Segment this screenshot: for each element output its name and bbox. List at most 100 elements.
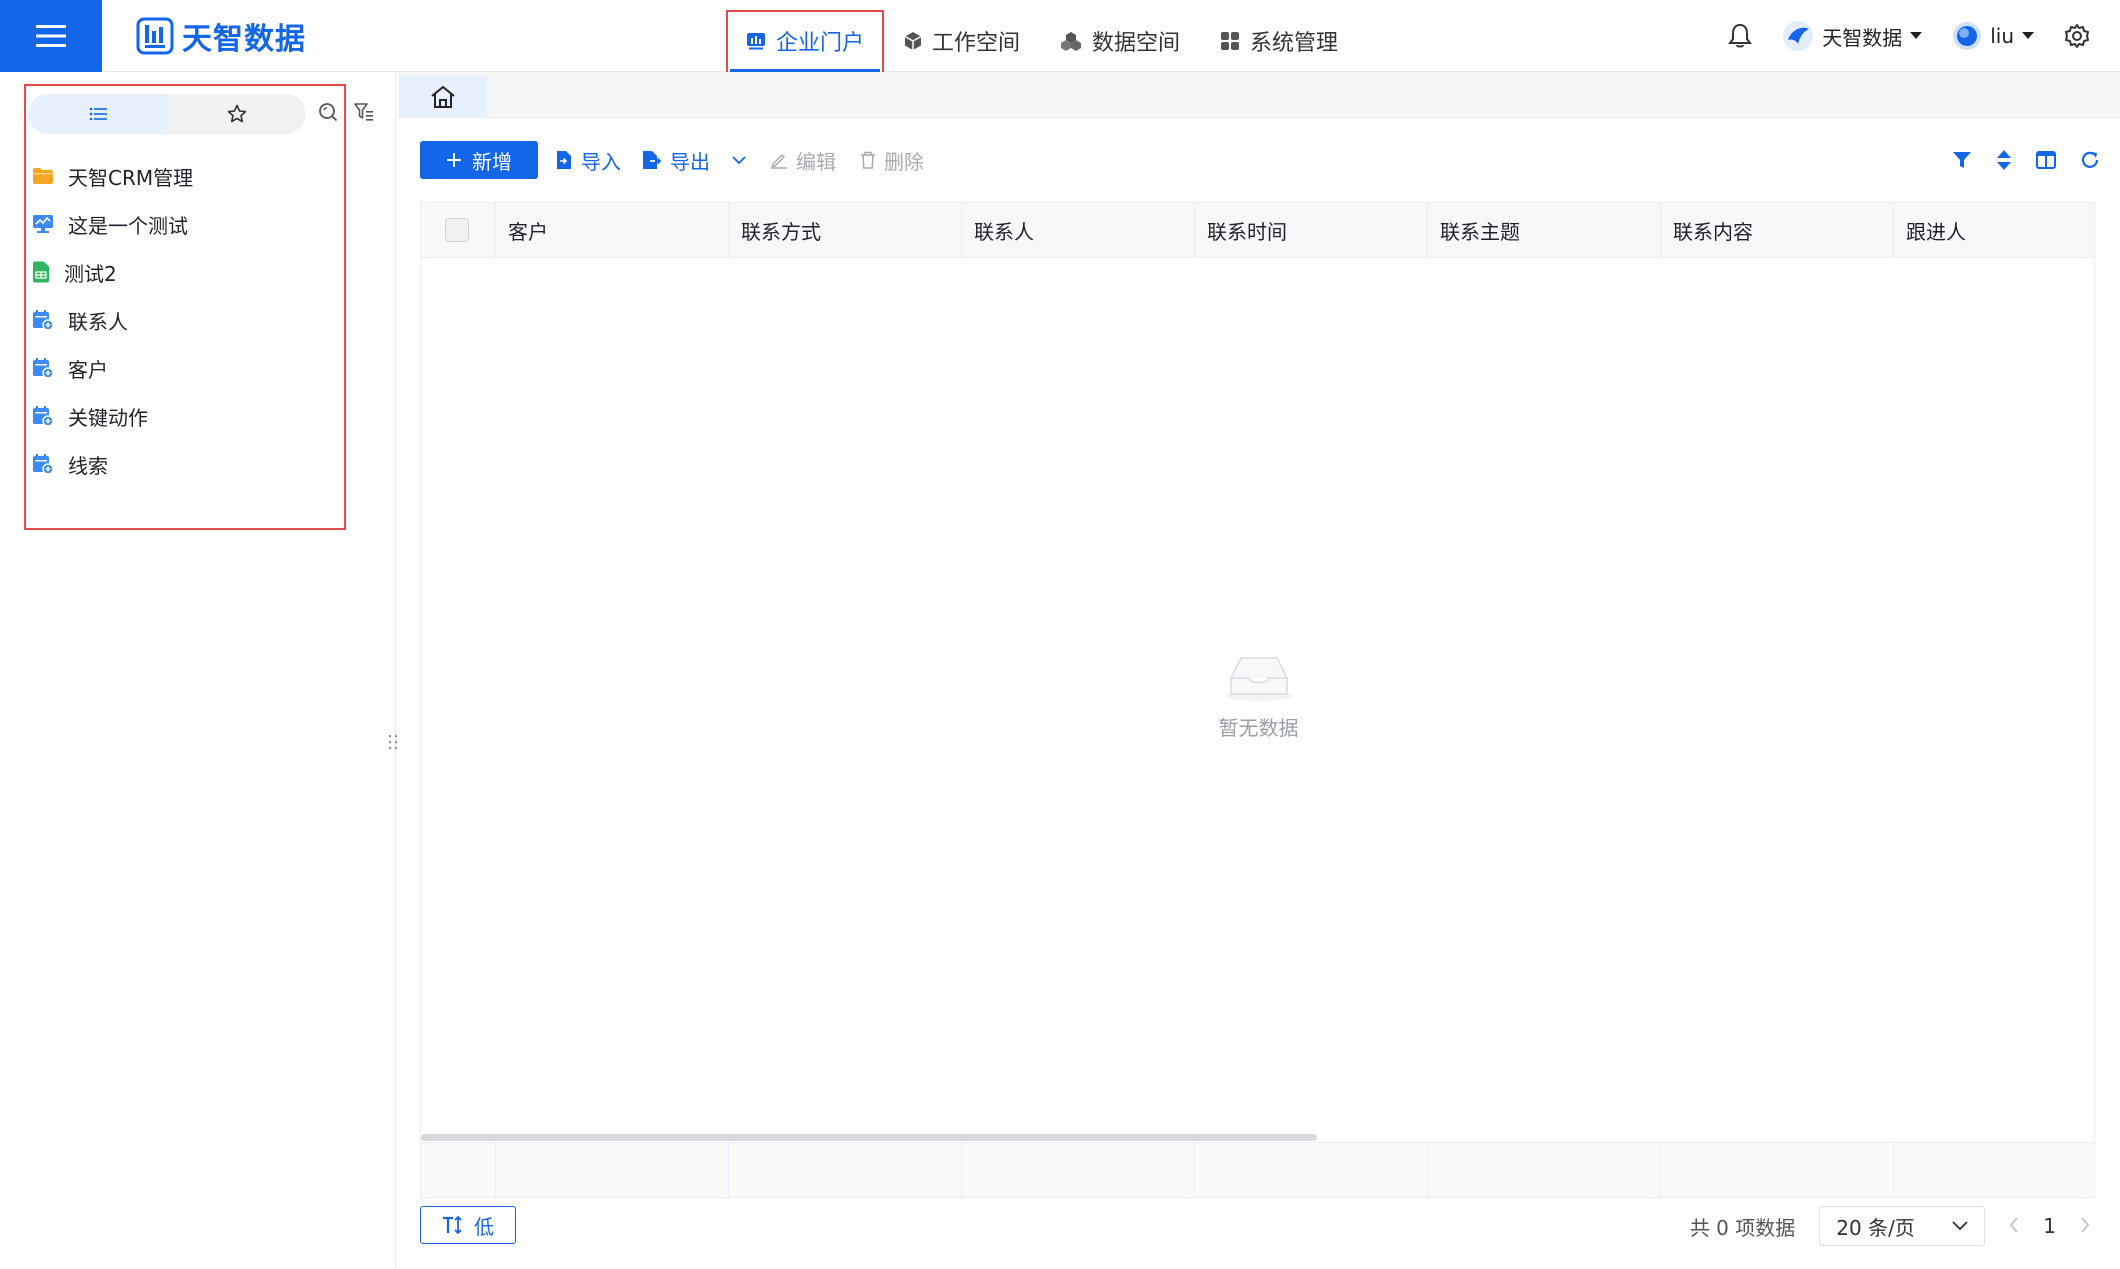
summary-cell	[421, 1143, 496, 1197]
app-logo[interactable]: 天智数据	[136, 14, 306, 58]
delete-button-label: 删除	[884, 149, 924, 174]
prev-page-button[interactable]	[2009, 1214, 2019, 1239]
refresh-button[interactable]	[2080, 150, 2100, 170]
tree-item-label: 关键动作	[68, 405, 148, 430]
edit-button[interactable]: 编辑	[770, 141, 836, 179]
caret-down-icon	[2022, 32, 2034, 39]
sidebar: 天智CRM管理 这是一个测试 测试2 联系人 客户 关键动作 线索	[0, 72, 398, 1269]
delete-button[interactable]: 删除	[860, 141, 924, 179]
sort-icon	[1997, 150, 2011, 170]
sidebar-search-button[interactable]	[318, 102, 338, 127]
columns-button[interactable]	[2036, 151, 2056, 169]
monitor-icon	[33, 215, 53, 233]
chart-icon	[747, 33, 765, 50]
cube-icon	[904, 32, 922, 50]
page-number[interactable]: 1	[2043, 1214, 2056, 1238]
sidebar-view-tabs	[28, 94, 306, 134]
header-tools: 天智数据 liu	[1728, 0, 2120, 72]
tree-item-test[interactable]: 这是一个测试	[32, 200, 332, 248]
next-page-button[interactable]	[2080, 1214, 2090, 1239]
tab-list-view[interactable]	[28, 94, 167, 134]
page-size-value: 20 条/页	[1836, 1215, 1915, 1240]
horizontal-scrollbar[interactable]	[420, 1132, 2095, 1142]
tree-item-label: 测试2	[64, 261, 117, 286]
column-header[interactable]: 联系方式	[729, 203, 962, 257]
data-table: 客户 联系方式 联系人 联系时间 联系主题 联系内容 跟进人 暂无数据	[420, 202, 2095, 1257]
column-header[interactable]: 联系人	[962, 203, 1195, 257]
row-height-button[interactable]: 低	[420, 1206, 516, 1244]
export-button[interactable]: 导出	[642, 141, 710, 179]
sidebar-filter-button[interactable]	[354, 102, 374, 127]
tab-home[interactable]	[399, 76, 487, 118]
org-switcher[interactable]: 天智数据	[1782, 20, 1923, 52]
form-icon	[33, 310, 54, 331]
summary-cell	[1428, 1143, 1661, 1197]
pencil-icon	[771, 153, 787, 169]
tree-item-label: 客户	[68, 357, 108, 382]
export-icon	[643, 151, 662, 169]
table-tools	[1952, 141, 2100, 179]
table-toolbar: 新增 导入 导出 编辑 删除	[420, 141, 2100, 179]
tree-item-key-actions[interactable]: 关键动作	[32, 392, 332, 440]
logo-icon	[136, 17, 174, 55]
column-header[interactable]: 联系主题	[1428, 203, 1661, 257]
add-button-label: 新增	[472, 149, 512, 174]
chevron-down-icon	[732, 156, 746, 165]
column-header[interactable]: 联系内容	[1661, 203, 1894, 257]
tree-item-test2[interactable]: 测试2	[32, 248, 332, 296]
filter-button[interactable]	[1952, 150, 1972, 170]
logo-text: 天智数据	[182, 22, 306, 57]
settings-button[interactable]	[2064, 23, 2090, 49]
tab-favorites-view[interactable]	[167, 94, 306, 134]
add-button[interactable]: 新增	[420, 141, 538, 179]
summary-cell	[729, 1143, 962, 1197]
list-icon	[89, 107, 107, 121]
home-icon	[431, 86, 455, 108]
folder-icon	[33, 168, 53, 184]
tree-item-contacts[interactable]: 联系人	[32, 296, 332, 344]
star-icon	[227, 104, 246, 123]
import-button[interactable]: 导入	[555, 141, 621, 179]
nav-data-space[interactable]: 数据空间	[1040, 10, 1200, 72]
tree-item-customers[interactable]: 客户	[32, 344, 332, 392]
text-size-icon	[443, 1216, 462, 1234]
notifications-button[interactable]	[1728, 23, 1753, 49]
nav-label: 企业门户	[776, 31, 865, 56]
pagination: 共 0 项数据 20 条/页 1	[1690, 1206, 2100, 1246]
scrollbar-thumb[interactable]	[421, 1134, 1317, 1141]
column-header[interactable]: 客户	[496, 203, 729, 257]
table-summary-row	[420, 1142, 2095, 1198]
empty-inbox-icon	[1224, 656, 1293, 701]
sort-button[interactable]	[1996, 149, 2012, 171]
total-count: 共 0 项数据	[1689, 1215, 1796, 1240]
edit-button-label: 编辑	[796, 149, 836, 174]
select-all-checkbox[interactable]	[445, 218, 469, 242]
form-icon	[33, 454, 54, 475]
user-menu[interactable]: liu	[1952, 21, 2034, 51]
empty-text: 暂无数据	[1218, 715, 1299, 740]
nav-workspace[interactable]: 工作空间	[884, 10, 1040, 72]
tree-item-crm[interactable]: 天智CRM管理	[32, 152, 332, 200]
nav-system-admin[interactable]: 系统管理	[1200, 10, 1358, 72]
sidebar-tree: 天智CRM管理 这是一个测试 测试2 联系人 客户 关键动作 线索	[32, 152, 332, 488]
page-size-select[interactable]: 20 条/页	[1819, 1206, 1986, 1246]
column-header[interactable]: 联系时间	[1195, 203, 1428, 257]
summary-cell	[496, 1143, 729, 1197]
chevron-right-icon	[2081, 1216, 2090, 1233]
avatar	[1953, 22, 1982, 50]
tree-item-label: 天智CRM管理	[68, 165, 194, 190]
grid-icon	[1221, 32, 1240, 50]
menu-toggle-button[interactable]	[0, 0, 102, 72]
form-icon	[33, 358, 54, 379]
export-dropdown-button[interactable]	[732, 141, 746, 179]
filter-list-icon	[354, 103, 373, 121]
nav-label: 系统管理	[1250, 31, 1339, 56]
nav-enterprise-portal[interactable]: 企业门户	[726, 10, 884, 72]
tree-item-leads[interactable]: 线索	[32, 440, 332, 488]
filter-icon	[1953, 152, 1971, 168]
column-header[interactable]: 跟进人	[1894, 203, 2093, 257]
summary-cell	[962, 1143, 1195, 1197]
main-content: 新增 导入 导出 编辑 删除 客户 联系方式 联系人 联系时间 联系主题 联系内…	[397, 72, 2120, 1269]
bell-icon	[1728, 23, 1753, 48]
caret-down-icon	[1910, 32, 1923, 39]
